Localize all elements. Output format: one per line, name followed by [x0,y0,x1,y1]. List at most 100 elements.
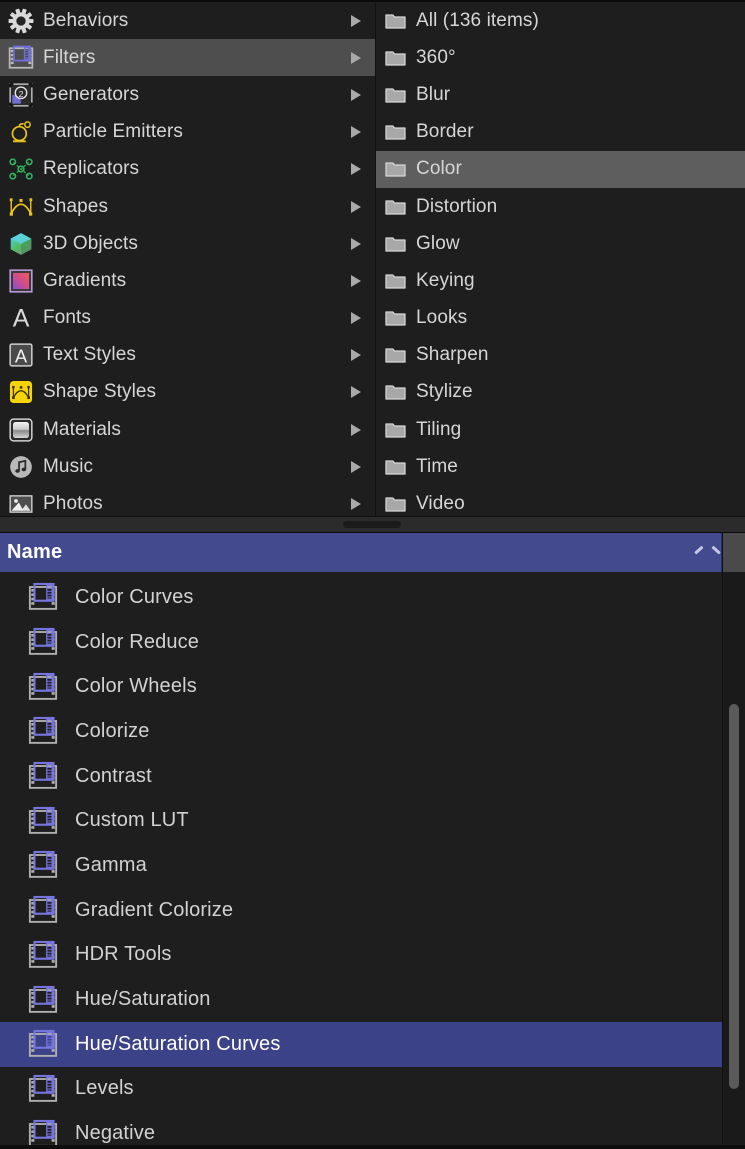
splitter-handle[interactable] [343,521,401,528]
font-a-icon: A [8,305,34,331]
chevron-up-icon [694,547,711,558]
category-item-label: Fonts [43,307,351,329]
folder-item-tiling[interactable]: Tiling [376,411,745,448]
window-bottom-edge [0,1145,745,1149]
category-item-3d-objects[interactable]: 3D Objects [0,225,375,262]
disclosure-triangle-icon[interactable] [351,349,361,361]
list-item-label: Color Wheels [75,675,197,698]
folder-item-looks[interactable]: Looks [376,300,745,337]
folder-item-border[interactable]: Border [376,114,745,151]
category-item-label: Filters [43,47,351,69]
category-item-replicators[interactable]: Replicators [0,151,375,188]
disclosure-triangle-icon[interactable] [351,52,361,64]
list-item-label: Custom LUT [75,809,189,832]
category-item-music[interactable]: Music [0,448,375,485]
folder-item-label: Video [416,493,465,515]
folder-item-label: Border [416,121,474,143]
filter-filmstrip-icon [28,761,58,791]
category-item-label: Behaviors [43,10,351,32]
folder-item-label: Tiling [416,419,461,441]
list-item[interactable]: Custom LUT [0,798,722,843]
folder-item-label: Stylize [416,381,473,403]
category-item-generators[interactable]: 2Generators [0,76,375,113]
folder-item-stylize[interactable]: Stylize [376,374,745,411]
category-item-filters[interactable]: Filters [0,39,375,76]
folder-icon [383,271,408,291]
folder-item-color[interactable]: Color [376,151,745,188]
folder-item-distortion[interactable]: Distortion [376,188,745,225]
folder-icon [383,48,408,68]
folder-item-glow[interactable]: Glow [376,225,745,262]
list-item[interactable]: Contrast [0,754,722,799]
column-header-name[interactable]: Name [0,533,722,572]
list-item[interactable]: Negative [0,1111,722,1145]
filter-filmstrip-icon [28,806,58,836]
disclosure-triangle-icon[interactable] [351,424,361,436]
filter-list-rows[interactable]: Color CurvesColor Reduce Color Wheels Colo… [0,572,722,1145]
folder-icon [383,197,408,217]
disclosure-triangle-icon[interactable] [351,126,361,138]
folder-icon [383,457,408,477]
category-item-behaviors[interactable]: Behaviors [0,2,375,39]
panel-splitter[interactable] [0,516,745,533]
list-item[interactable]: Gamma [0,843,722,888]
category-list[interactable]: Behaviors Filters 2Generators Particle Emit… [0,2,376,516]
generator-icon: 2 [8,82,34,108]
disclosure-triangle-icon[interactable] [351,498,361,510]
folder-item-sharpen[interactable]: Sharpen [376,337,745,374]
filter-filmstrip-icon [28,1119,58,1145]
filter-filmstrip-icon [28,672,58,702]
category-item-shape-styles[interactable]: Shape Styles [0,374,375,411]
vertical-scrollbar[interactable] [722,572,745,1145]
folder-item-video[interactable]: Video [376,485,745,516]
category-item-materials[interactable]: Materials [0,411,375,448]
category-item-fonts[interactable]: A Fonts [0,300,375,337]
disclosure-triangle-icon[interactable] [351,201,361,213]
svg-text:A: A [15,346,28,367]
folder-item-keying[interactable]: Keying [376,262,745,299]
disclosure-triangle-icon[interactable] [351,275,361,287]
folder-icon [383,234,408,254]
list-item[interactable]: Colorize [0,709,722,754]
disclosure-triangle-icon[interactable] [351,312,361,324]
list-item[interactable]: Gradient Colorize [0,888,722,933]
category-item-particle-emitters[interactable]: Particle Emitters [0,114,375,151]
category-item-photos[interactable]: Photos [0,485,375,516]
list-item[interactable]: HDR Tools [0,933,722,978]
list-item[interactable]: Hue/Saturation Curves [0,1022,722,1067]
category-item-label: 3D Objects [43,233,351,255]
folder-icon [383,345,408,365]
list-item[interactable]: Levels [0,1067,722,1112]
category-item-shapes[interactable]: Shapes [0,188,375,225]
list-item[interactable]: Hue/Saturation [0,977,722,1022]
folder-item-all-136-items[interactable]: All (136 items) [376,2,745,39]
disclosure-triangle-icon[interactable] [351,163,361,175]
folder-icon [383,85,408,105]
folder-item-label: Sharpen [416,344,489,366]
filter-list: Color CurvesColor Reduce Color Wheels Colo… [0,572,745,1145]
disclosure-triangle-icon[interactable] [351,461,361,473]
disclosure-triangle-icon[interactable] [351,238,361,250]
vertical-scrollbar-thumb[interactable] [729,704,739,1089]
category-item-label: Particle Emitters [43,121,351,143]
category-item-gradients[interactable]: Gradients [0,262,375,299]
folder-icon [383,382,408,402]
list-item-label: Contrast [75,765,152,788]
folder-item-blur[interactable]: Blur [376,76,745,113]
folder-item-label: 360° [416,47,456,69]
list-item[interactable]: Color Curves [0,575,722,620]
column-header-label: Name [7,541,694,564]
list-item[interactable]: Color Wheels [0,664,722,709]
disclosure-triangle-icon[interactable] [351,89,361,101]
list-item[interactable]: Color Reduce [0,620,722,665]
folder-list[interactable]: All (136 items) 360° Blur Border ColorDistor… [376,2,745,516]
disclosure-triangle-icon[interactable] [351,386,361,398]
folder-item-360[interactable]: 360° [376,39,745,76]
category-item-label: Photos [43,493,351,515]
disclosure-triangle-icon[interactable] [351,15,361,27]
shape-style-icon [8,379,34,405]
gear-icon [8,8,34,34]
category-item-text-styles[interactable]: AText Styles [0,337,375,374]
folder-icon [383,159,408,179]
folder-item-time[interactable]: Time [376,448,745,485]
